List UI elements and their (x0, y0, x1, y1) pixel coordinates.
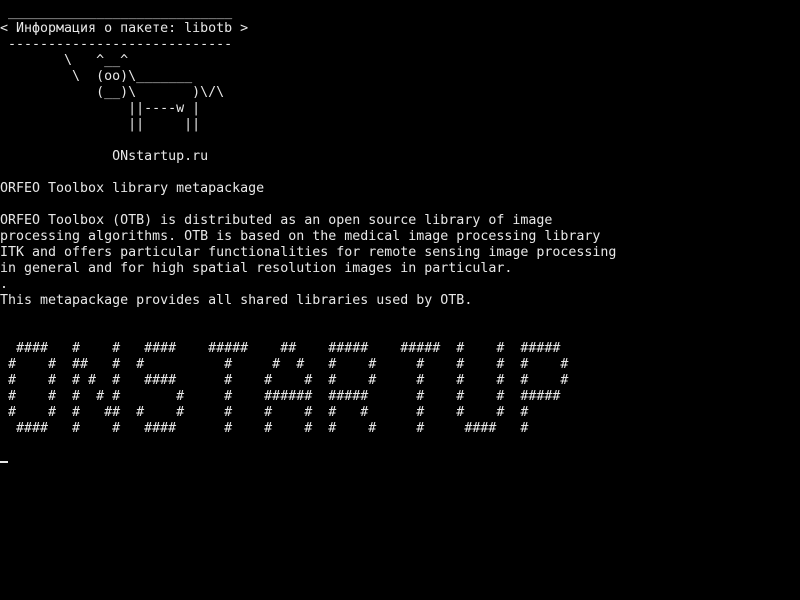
ascii-banner-line: #### # # #### ##### ## ##### ##### # # #… (0, 341, 561, 356)
description-line: processing algorithms. OTB is based on t… (0, 229, 601, 244)
ascii-cow-line: \ ^__^ (0, 53, 129, 68)
description-line: ITK and offers particular functionalitie… (0, 245, 617, 260)
ascii-cow-line: (__)\ )\/\ (0, 85, 225, 100)
description-line: This metapackage provides all shared lib… (0, 293, 473, 308)
ascii-cow-line: \ (oo)\_______ (0, 69, 193, 84)
site-name: ONstartup.ru (0, 149, 209, 164)
text-cursor (0, 461, 8, 463)
description-line: in general and for high spatial resoluti… (0, 261, 513, 276)
ascii-banner-line: # # ## # # # # # # # # # # # # (0, 357, 569, 372)
package-summary: ORFEO Toolbox library metapackage (0, 181, 265, 196)
ascii-banner-line: #### # # #### # # # # # # #### # (0, 421, 529, 436)
speech-bubble-top: ____________________________ (0, 5, 233, 20)
terminal-output: ____________________________ < Информаци… (0, 5, 800, 437)
ascii-banner-line: # # # ## # # # # # # # # # # # (0, 405, 529, 420)
description-line: ORFEO Toolbox (OTB) is distributed as an… (0, 213, 553, 228)
terminal-screen[interactable]: ____________________________ < Информаци… (0, 0, 800, 600)
ascii-banner-line: # # # # # #### # # # # # # # # # # (0, 373, 569, 388)
ascii-banner-line: # # # # # # # ###### ##### # # # ##### (0, 389, 561, 404)
ascii-cow-line: || || (0, 117, 201, 132)
speech-bubble-text: < Информация о пакете: libotb > (0, 21, 249, 36)
description-line: . (0, 277, 9, 292)
speech-bubble-bottom: ---------------------------- (0, 37, 233, 52)
ascii-cow-line: ||----w | (0, 101, 201, 116)
